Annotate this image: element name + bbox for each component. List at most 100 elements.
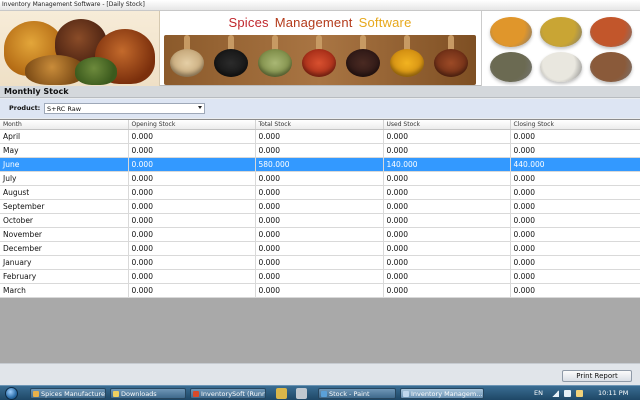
table-row[interactable]: February 0.000 0.000 0.000 0.000	[0, 269, 640, 284]
cell-month[interactable]: October	[0, 213, 129, 228]
flag-icon[interactable]	[576, 390, 583, 397]
chevron-down-icon[interactable]	[198, 106, 202, 109]
cell-month[interactable]: June	[0, 157, 129, 172]
cell-month[interactable]: May	[0, 143, 129, 158]
cell-opening-stock[interactable]: 0.000	[128, 283, 256, 298]
cell-opening-stock[interactable]: 0.000	[128, 143, 256, 158]
column-header-used-stock[interactable]: Used Stock	[383, 120, 511, 130]
cell-total-stock[interactable]: 0.000	[255, 283, 384, 298]
column-header-month[interactable]: Month	[0, 120, 129, 130]
cell-total-stock[interactable]: 0.000	[255, 241, 384, 256]
taskbar-button-label: Stock - Paint	[329, 390, 370, 398]
table-row[interactable]: June 0.000 580.000 140.000 440.000	[0, 157, 640, 172]
cell-month[interactable]: April	[0, 129, 129, 144]
print-report-button[interactable]: Print Report	[562, 370, 632, 382]
cell-used-stock[interactable]: 140.000	[383, 157, 511, 172]
monthly-stock-grid[interactable]: Month Opening Stock Total Stock Used Sto…	[0, 119, 640, 363]
table-row[interactable]: September 0.000 0.000 0.000 0.000	[0, 199, 640, 214]
table-row[interactable]: July 0.000 0.000 0.000 0.000	[0, 171, 640, 186]
cell-closing-stock[interactable]: 0.000	[510, 199, 640, 214]
taskbar-button[interactable]: InventorySoft (Runni...	[190, 388, 266, 399]
cell-month[interactable]: February	[0, 269, 129, 284]
network-icon[interactable]	[552, 390, 559, 397]
cell-used-stock[interactable]: 0.000	[383, 213, 511, 228]
cell-month[interactable]: December	[0, 241, 129, 256]
cell-closing-stock[interactable]: 0.000	[510, 255, 640, 270]
cell-used-stock[interactable]: 0.000	[383, 227, 511, 242]
table-row[interactable]: May 0.000 0.000 0.000 0.000	[0, 143, 640, 158]
column-header-closing-stock[interactable]: Closing Stock	[510, 120, 640, 130]
folder-icon[interactable]	[276, 388, 287, 399]
cell-opening-stock[interactable]: 0.000	[128, 213, 256, 228]
table-row[interactable]: March 0.000 0.000 0.000 0.000	[0, 283, 640, 298]
cell-opening-stock[interactable]: 0.000	[128, 269, 256, 284]
volume-icon[interactable]	[564, 390, 571, 397]
cell-total-stock[interactable]: 0.000	[255, 185, 384, 200]
cell-used-stock[interactable]: 0.000	[383, 255, 511, 270]
cell-total-stock[interactable]: 0.000	[255, 143, 384, 158]
cell-closing-stock[interactable]: 440.000	[510, 157, 640, 172]
cell-used-stock[interactable]: 0.000	[383, 199, 511, 214]
cell-month[interactable]: August	[0, 185, 129, 200]
cell-total-stock[interactable]: 0.000	[255, 171, 384, 186]
cell-month[interactable]: March	[0, 283, 129, 298]
clock[interactable]: 10:11 PM	[598, 389, 628, 397]
cell-total-stock[interactable]: 0.000	[255, 269, 384, 284]
cell-used-stock[interactable]: 0.000	[383, 241, 511, 256]
cell-total-stock[interactable]: 0.000	[255, 227, 384, 242]
cell-used-stock[interactable]: 0.000	[383, 269, 511, 284]
table-row[interactable]: April 0.000 0.000 0.000 0.000	[0, 129, 640, 144]
product-select[interactable]: S+RC Raw	[44, 103, 205, 114]
cell-used-stock[interactable]: 0.000	[383, 143, 511, 158]
cell-closing-stock[interactable]: 0.000	[510, 227, 640, 242]
cell-opening-stock[interactable]: 0.000	[128, 199, 256, 214]
cell-total-stock[interactable]: 0.000	[255, 129, 384, 144]
cell-total-stock[interactable]: 580.000	[255, 157, 384, 172]
taskbar-button[interactable]: Spices Manufacturer...	[30, 388, 106, 399]
cell-opening-stock[interactable]: 0.000	[128, 185, 256, 200]
cell-opening-stock[interactable]: 0.000	[128, 171, 256, 186]
column-header-opening-stock[interactable]: Opening Stock	[128, 120, 256, 130]
table-row[interactable]: January 0.000 0.000 0.000 0.000	[0, 255, 640, 270]
column-header-total-stock[interactable]: Total Stock	[255, 120, 384, 130]
cell-closing-stock[interactable]: 0.000	[510, 241, 640, 256]
table-row[interactable]: August 0.000 0.000 0.000 0.000	[0, 185, 640, 200]
cell-total-stock[interactable]: 0.000	[255, 199, 384, 214]
cell-opening-stock[interactable]: 0.000	[128, 227, 256, 242]
cell-used-stock[interactable]: 0.000	[383, 129, 511, 144]
screen-icon[interactable]	[296, 388, 307, 399]
cell-month[interactable]: September	[0, 199, 129, 214]
app-icon	[193, 391, 199, 397]
cell-opening-stock[interactable]: 0.000	[128, 255, 256, 270]
cell-opening-stock[interactable]: 0.000	[128, 157, 256, 172]
table-row[interactable]: December 0.000 0.000 0.000 0.000	[0, 241, 640, 256]
cell-month[interactable]: November	[0, 227, 129, 242]
monthly-stock-table: Month Opening Stock Total Stock Used Sto…	[0, 120, 640, 298]
spice-bowls-image	[481, 11, 640, 86]
action-bar: Print Report	[0, 363, 640, 385]
taskbar-button[interactable]: Stock - Paint	[318, 388, 396, 399]
taskbar-button[interactable]: Downloads	[110, 388, 186, 399]
language-indicator[interactable]: EN	[534, 389, 543, 397]
table-row[interactable]: November 0.000 0.000 0.000 0.000	[0, 227, 640, 242]
cell-closing-stock[interactable]: 0.000	[510, 185, 640, 200]
cell-closing-stock[interactable]: 0.000	[510, 171, 640, 186]
cell-month[interactable]: January	[0, 255, 129, 270]
cell-total-stock[interactable]: 0.000	[255, 255, 384, 270]
cell-used-stock[interactable]: 0.000	[383, 283, 511, 298]
cell-closing-stock[interactable]: 0.000	[510, 129, 640, 144]
cell-total-stock[interactable]: 0.000	[255, 213, 384, 228]
cell-opening-stock[interactable]: 0.000	[128, 129, 256, 144]
cell-closing-stock[interactable]: 0.000	[510, 283, 640, 298]
swatch-4	[490, 52, 532, 82]
cell-closing-stock[interactable]: 0.000	[510, 143, 640, 158]
cell-used-stock[interactable]: 0.000	[383, 171, 511, 186]
cell-month[interactable]: July	[0, 171, 129, 186]
table-row[interactable]: October 0.000 0.000 0.000 0.000	[0, 213, 640, 228]
cell-closing-stock[interactable]: 0.000	[510, 269, 640, 284]
cell-used-stock[interactable]: 0.000	[383, 185, 511, 200]
cell-opening-stock[interactable]: 0.000	[128, 241, 256, 256]
taskbar-button[interactable]: Inventory Managem...	[400, 388, 484, 399]
start-button[interactable]	[1, 386, 23, 400]
cell-closing-stock[interactable]: 0.000	[510, 213, 640, 228]
